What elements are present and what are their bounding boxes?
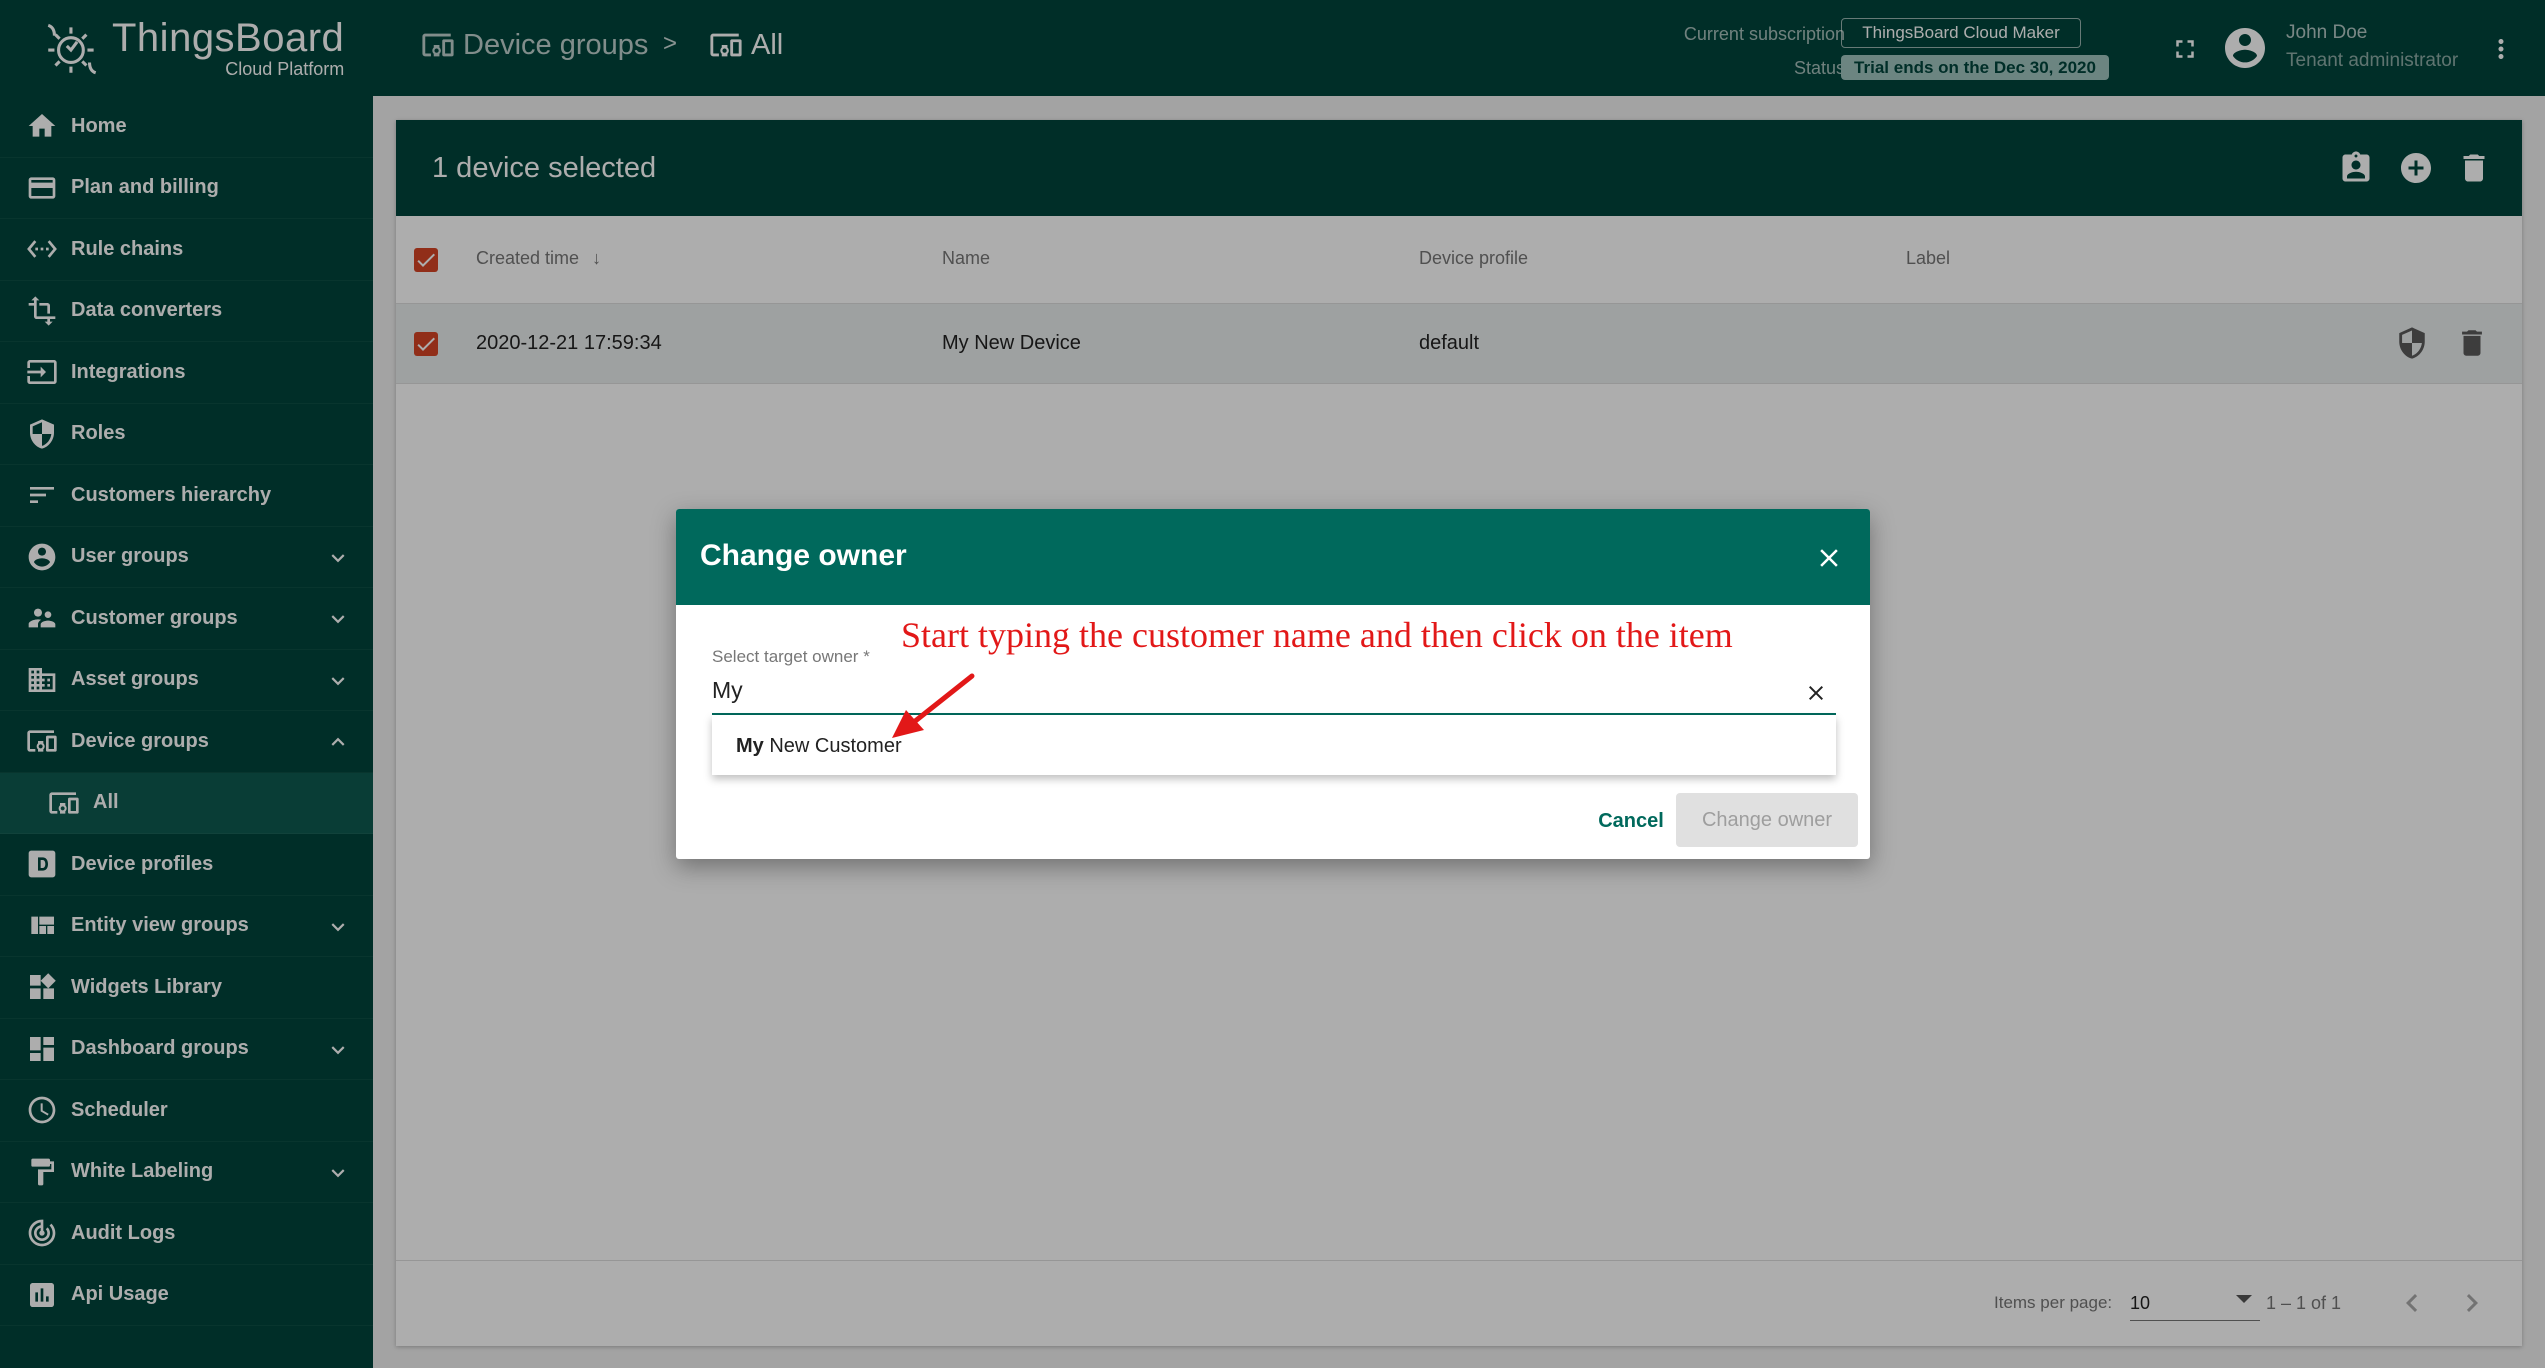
target-owner-label: Select target owner * [712,647,870,666]
change-owner-dialog: Change owner Select target owner * My My… [676,509,1870,859]
close-icon [1809,686,1823,700]
annotation-arrow-icon [892,673,975,738]
tutorial-annotation: Start typing the customer name and then … [901,615,1733,655]
close-icon [1820,549,1838,567]
option-match-text: My [736,735,764,757]
dialog-title: Change owner [700,539,907,572]
clear-input-button[interactable] [1804,681,1828,705]
close-button[interactable] [1814,543,1844,573]
dialog-header: Change owner [676,509,1870,605]
change-owner-button[interactable]: Change owner [1676,793,1858,847]
autocomplete-option[interactable]: My New Customer [736,735,902,758]
target-owner-input[interactable]: My [712,677,743,704]
